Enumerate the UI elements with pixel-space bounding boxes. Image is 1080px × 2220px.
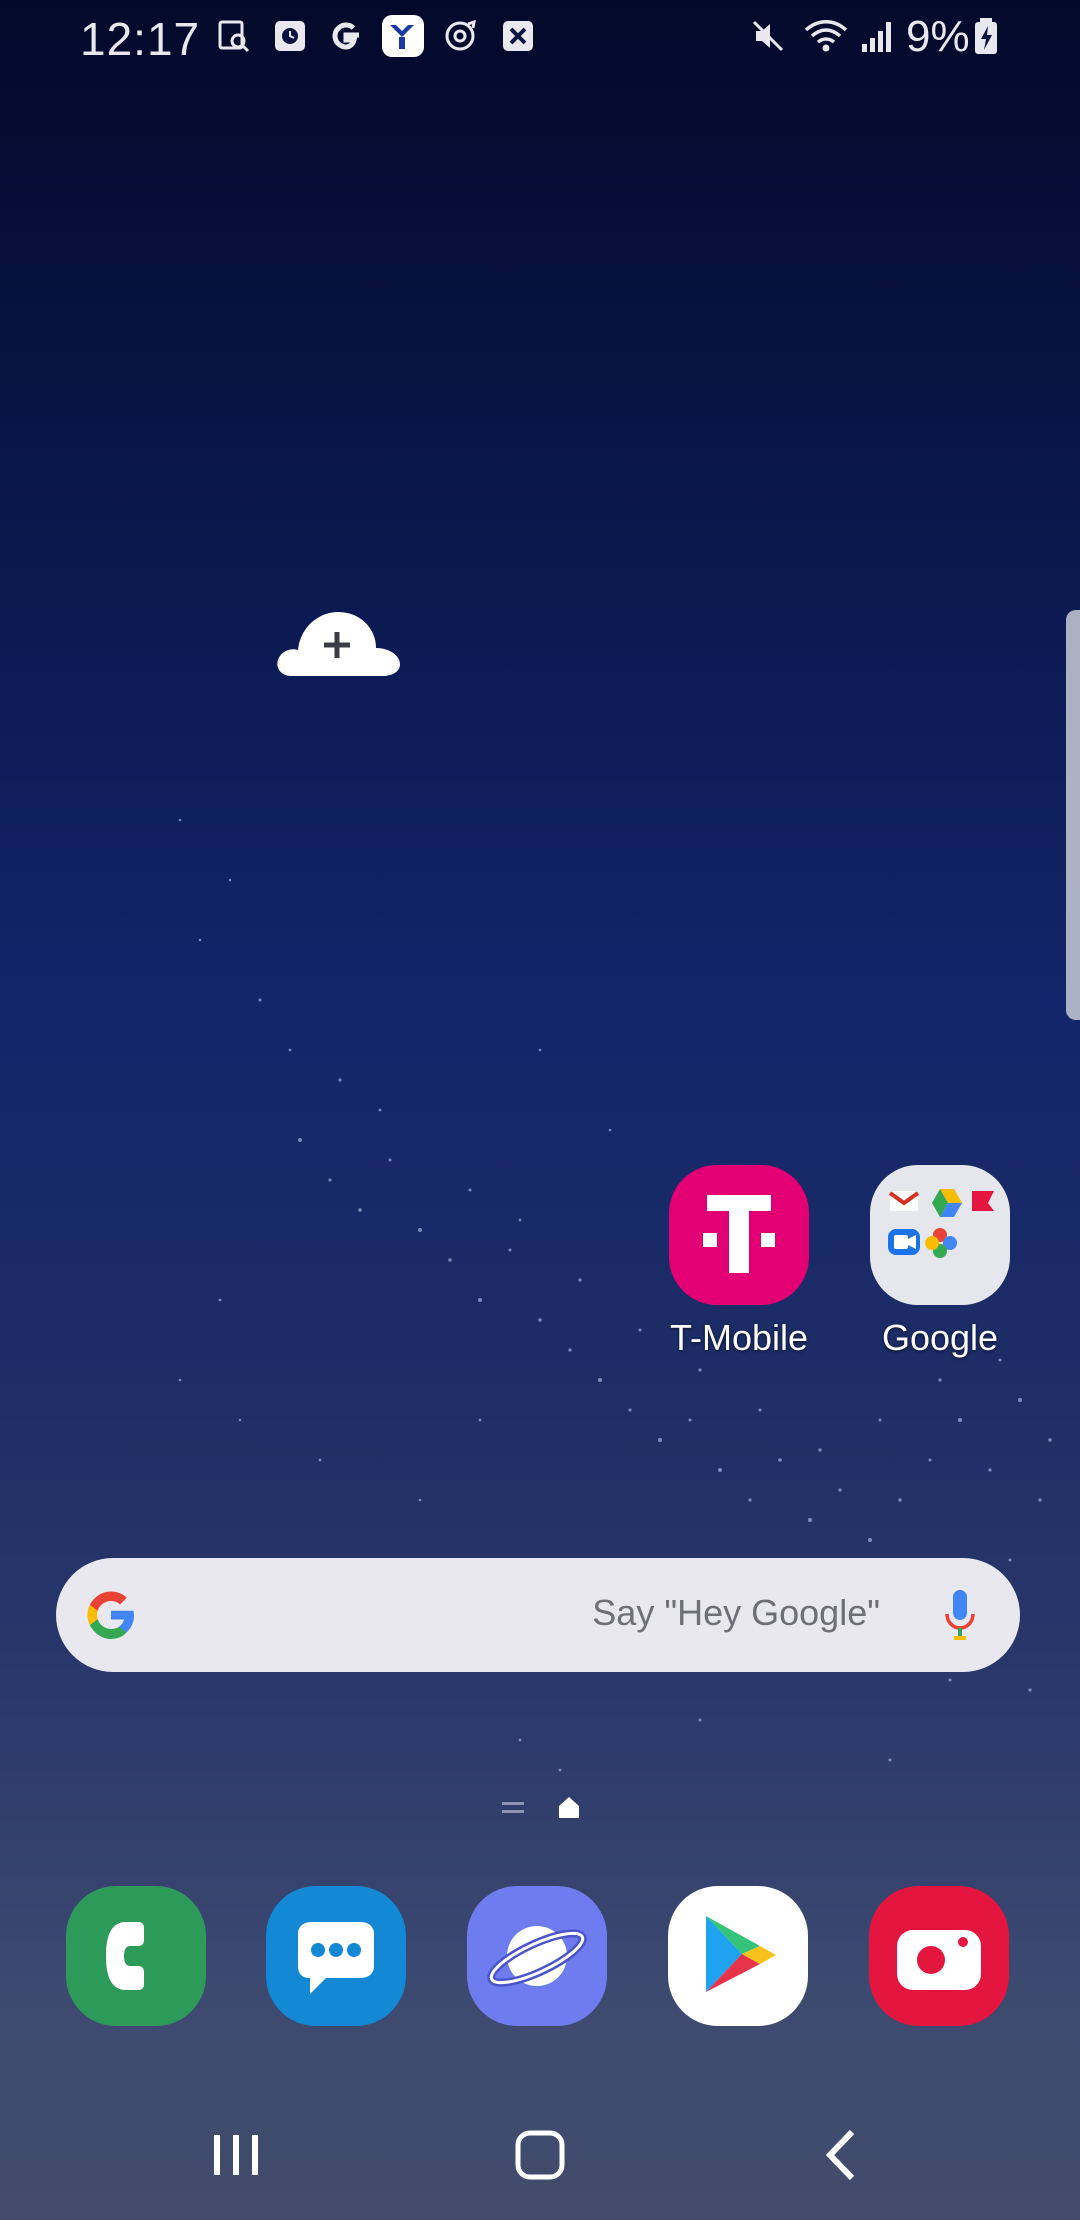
close-icon xyxy=(503,21,533,51)
recents-icon[interactable] xyxy=(196,2120,276,2190)
wifi-icon xyxy=(804,20,848,52)
screen-search-icon xyxy=(218,20,250,53)
app-label: T-Mobile xyxy=(669,1317,809,1358)
battery-percent: 9% xyxy=(906,12,970,61)
dock-messages[interactable] xyxy=(266,1886,406,2026)
app-tmobile[interactable]: T-Mobile xyxy=(654,1165,824,1359)
mic-icon[interactable] xyxy=(942,1586,978,1644)
home-page-indicator-icon[interactable] xyxy=(556,1794,582,1820)
clock-time: 12:17 xyxy=(80,13,201,65)
tmobile-icon xyxy=(669,1165,809,1305)
sync-icon xyxy=(445,19,476,51)
battery-charging-icon xyxy=(975,18,997,54)
dock-camera[interactable] xyxy=(869,1886,1009,2026)
google-folder-icon xyxy=(870,1165,1010,1305)
status-bar: 12:17 9% xyxy=(0,0,1080,72)
messages-icon xyxy=(298,1922,374,1994)
google-g-icon xyxy=(87,1591,134,1639)
signal-icon xyxy=(862,22,891,52)
cloud-plus-icon[interactable] xyxy=(272,600,402,680)
page-indicator-lines-icon[interactable] xyxy=(500,1796,530,1820)
search-hint: Say "Hey Google" xyxy=(592,1592,880,1633)
clock-icon xyxy=(275,21,305,51)
dock-play-store[interactable] xyxy=(668,1886,808,2026)
google-icon xyxy=(332,22,359,50)
navigation-bar xyxy=(0,2080,1080,2220)
phone-icon xyxy=(106,1922,144,1990)
google-search-bar[interactable]: Say "Hey Google" xyxy=(56,1558,1020,1672)
edge-panel-handle[interactable] xyxy=(1066,610,1080,1020)
back-icon[interactable] xyxy=(802,2120,882,2190)
dock-phone[interactable] xyxy=(66,1886,206,2026)
home-icon[interactable] xyxy=(500,2120,580,2190)
play-store-icon xyxy=(706,1916,776,1992)
mute-icon xyxy=(752,20,784,52)
camera-icon xyxy=(897,1930,981,1990)
folder-google[interactable]: Google xyxy=(855,1165,1025,1359)
ymca-icon xyxy=(382,15,424,57)
dock-internet[interactable] xyxy=(467,1886,607,2026)
app-label: Google xyxy=(881,1317,999,1358)
internet-icon xyxy=(487,1926,587,1987)
